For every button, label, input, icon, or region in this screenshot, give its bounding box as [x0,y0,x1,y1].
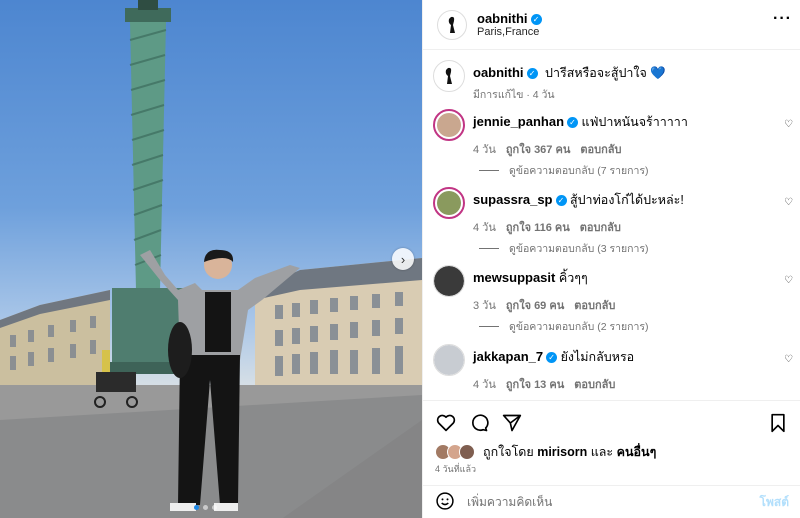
post-location[interactable]: Paris,France [477,26,542,38]
emoji-icon[interactable] [435,491,455,514]
heart-icon[interactable]: ♡ [784,275,793,286]
carousel-dot [212,505,217,510]
view-replies-label: ดูข้อความตอบกลับ (3 รายการ) [509,243,649,255]
caption-meta: มีการแก้ไข · 4 วัน [473,89,555,101]
carousel-dots [194,505,217,510]
comment-time[interactable]: 4 วัน [473,218,496,236]
comment-item: jennie_panhan ✓ แฟ่ปาหนันจร้าาาาา 4 วัน ถู… [433,109,795,158]
post-panel: oabnithi ✓ Paris,France ··· oabnithi ✓ ปาร… [422,0,800,518]
commenter-avatar[interactable] [433,109,465,141]
photo-scene [0,0,422,518]
comment-username[interactable]: jennie_panhan [473,114,564,129]
caption: oabnithi ✓ ปารีสหรือจะสู้ปาใจ 💙 มีการแก้ไ… [433,60,795,103]
view-replies-label: ดูข้อความตอบกลับ (7 รายการ) [509,165,649,177]
likes-user[interactable]: mirisorn [537,445,587,459]
chevron-right-icon[interactable]: › [392,248,414,270]
post-comment-button[interactable]: โพสต์ [760,493,789,512]
author-avatar[interactable] [433,60,465,92]
comment-input[interactable]: เพิ่มความคิดเห็น [467,493,760,512]
comment-likes[interactable]: ถูกใจ 367 คน [506,140,570,158]
reply-button[interactable]: ตอบกลับ [580,218,621,236]
comment-item: supassra_sp ✓ สู้ปาท่องโก๋ได้ปะหล่ะ! 4 วั… [433,187,795,236]
view-replies[interactable]: ดูข้อความตอบกลับ (3 รายการ) [479,240,649,257]
heart-icon[interactable]: ♡ [784,119,793,130]
comment-time[interactable]: 4 วัน [473,375,496,393]
caption-text: ปารีสหรือจะสู้ปาใจ [545,66,647,80]
commenter-avatar[interactable] [433,344,465,376]
bookmark-icon[interactable] [767,412,789,434]
comment-likes[interactable]: ถูกใจ 69 คน [506,296,564,314]
comment-text: สู้ปาท่องโก๋ได้ปะหล่ะ! [569,193,684,207]
likes-others[interactable]: คนอื่นๆ [617,442,657,462]
view-replies-label: ดูข้อความตอบกลับ (2 รายการ) [509,321,649,333]
liker-avatars [435,444,475,460]
likes-prefix: ถูกใจโดย [483,445,534,459]
comment-text: แฟ่ปาหนันจร้าาาาา [581,115,688,129]
view-replies[interactable]: ดูข้อความตอบกลับ (7 รายการ) [479,162,649,179]
verified-badge-icon: ✓ [567,117,579,129]
post-actions [423,400,800,445]
heart-icon[interactable]: ♡ [784,354,793,365]
comment-time[interactable]: 3 วัน [473,296,496,314]
comment-time[interactable]: 4 วัน [473,140,496,158]
post-modal: › oabnithi ✓ Paris,France ··· oabnithi ✓… [0,0,800,518]
comment-text: คิ้วๆๆ [558,271,588,285]
comment-text: ยังไม่กลับหรอ [560,350,635,364]
comment-username[interactable]: supassra_sp [473,192,553,207]
comment-likes[interactable]: ถูกใจ 13 คน [506,375,564,393]
carousel-dot [203,505,208,510]
comment-icon[interactable] [468,412,490,434]
comments-list[interactable]: oabnithi ✓ ปารีสหรือจะสู้ปาใจ 💙 มีการแก้ไ… [423,52,800,399]
share-icon[interactable] [501,412,523,434]
likes-and: และ [590,445,614,459]
commenter-avatar[interactable] [433,265,465,297]
author-avatar[interactable] [437,9,467,40]
post-header: oabnithi ✓ Paris,France ··· [423,0,800,50]
caption-username[interactable]: oabnithi [473,65,524,80]
likes-summary[interactable]: ถูกใจโดย mirisorn และ คนอื่นๆ [435,442,656,462]
more-horizontal-icon[interactable]: ··· [773,10,792,28]
author-username[interactable]: oabnithi [477,11,528,26]
reply-button[interactable]: ตอบกลับ [574,296,615,314]
heart-icon[interactable] [435,412,457,434]
comment-item: mewsuppasit คิ้วๆๆ 3 วัน ถูกใจ 69 คน ตอบกล… [433,265,795,314]
view-replies[interactable]: ดูข้อความตอบกลับ (2 รายการ) [479,318,649,335]
verified-badge-icon: ✓ [546,352,558,364]
blue-heart-emoji: 💙 [650,66,666,80]
post-photo[interactable]: › [0,0,422,518]
verified-badge-icon: ✓ [555,195,567,207]
carousel-dot [194,505,199,510]
comment-username[interactable]: mewsuppasit [473,270,555,285]
comment-likes[interactable]: ถูกใจ 116 คน [506,218,570,236]
heart-icon[interactable]: ♡ [784,197,793,208]
post-time[interactable]: 4 วันที่แล้ว [435,462,476,476]
verified-badge-icon: ✓ [530,14,542,26]
reply-button[interactable]: ตอบกลับ [574,375,615,393]
commenter-avatar[interactable] [433,187,465,219]
reply-button[interactable]: ตอบกลับ [580,140,621,158]
comment-username[interactable]: jakkapan_7 [473,349,543,364]
add-comment-bar: เพิ่มความคิดเห็น โพสต์ [423,485,800,518]
verified-badge-icon: ✓ [526,68,538,80]
comment-item: jakkapan_7 ✓ ยังไม่กลับหรอ 4 วัน ถูกใจ 13 … [433,344,795,393]
